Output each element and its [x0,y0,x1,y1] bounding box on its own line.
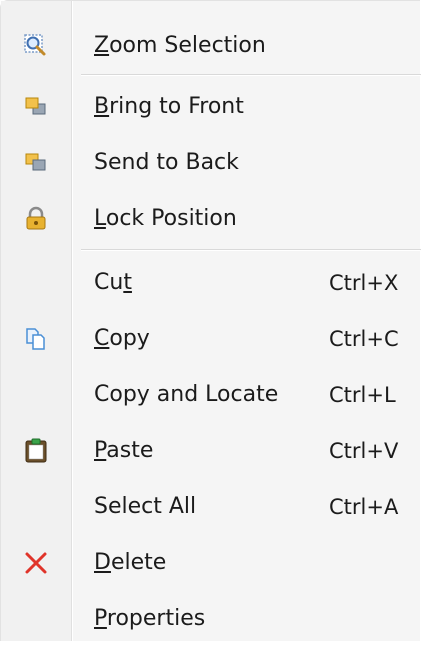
menu-separator [81,74,421,76]
menu-item-delete[interactable]: Delete [1,535,421,591]
menu-item-zoom-selection[interactable]: Zoom Selection [1,18,421,74]
menu-item-cut[interactable]: Cut Ctrl+X [1,255,421,311]
bring-to-front-icon [23,94,49,120]
send-to-back-icon [23,150,49,176]
menu-item-lock-position[interactable]: Lock Position [1,191,421,247]
menu-item-label: Lock Position [94,206,237,231]
menu-item-copy-and-locate[interactable]: Copy and Locate Ctrl+L [1,367,421,423]
menu-item-copy[interactable]: Copy Ctrl+C [1,311,421,367]
context-menu: Zoom Selection Bring to Front Send to Ba… [0,0,421,641]
shortcut-text: Ctrl+X [329,271,399,295]
menu-item-label: Zoom Selection [94,33,266,58]
menu-item-label: Cut [94,270,132,295]
lock-icon [23,206,49,232]
paste-icon [23,438,49,464]
shortcut-text: Ctrl+L [329,383,396,407]
shortcut-text: Ctrl+C [329,327,399,351]
copy-icon [23,326,49,352]
menu-item-properties[interactable]: Properties [1,591,421,647]
menu-item-label: Send to Back [94,150,239,175]
menu-item-bring-to-front[interactable]: Bring to Front [1,79,421,135]
shortcut-text: Ctrl+V [329,439,399,463]
menu-item-select-all[interactable]: Select All Ctrl+A [1,479,421,535]
zoom-selection-icon [23,33,49,59]
menu-item-paste[interactable]: Paste Ctrl+V [1,423,421,479]
menu-item-label: Paste [94,438,154,463]
menu-item-send-to-back[interactable]: Send to Back [1,135,421,191]
shortcut-text: Ctrl+A [329,495,399,519]
delete-icon [23,550,49,576]
menu-item-label: Properties [94,606,206,631]
menu-item-label: Bring to Front [94,94,244,119]
menu-item-label: Delete [94,550,167,575]
menu-item-label: Copy and Locate [94,382,279,407]
menu-item-label: Select All [94,494,197,519]
menu-item-label: Copy [94,326,150,351]
menu-separator [81,249,421,251]
